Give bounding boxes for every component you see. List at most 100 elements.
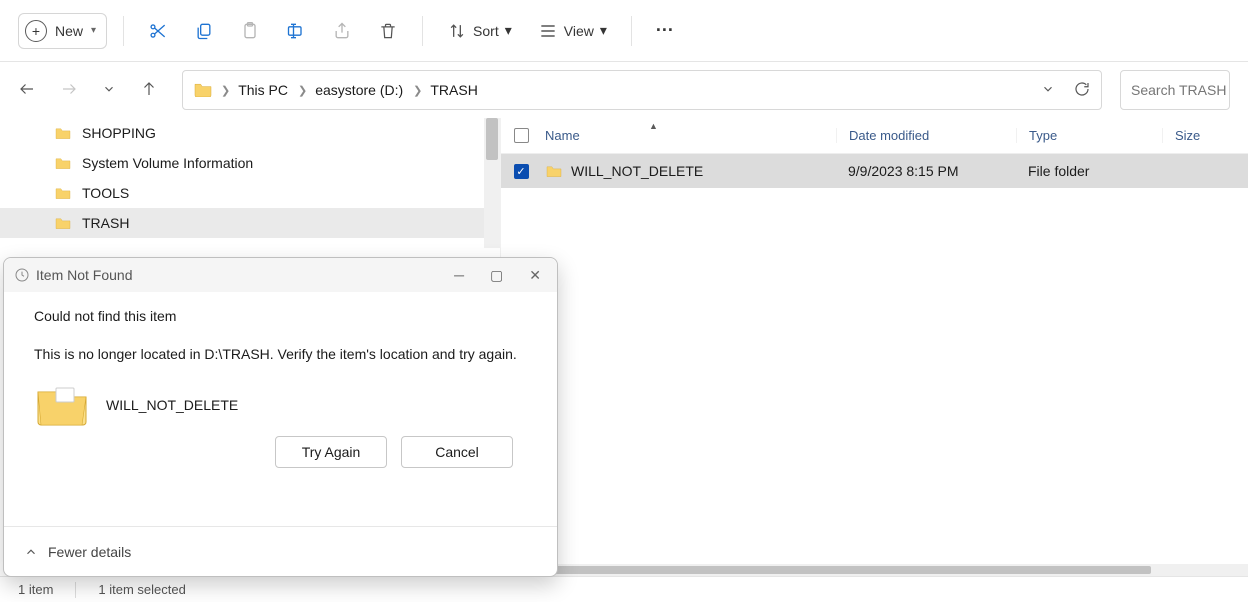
view-button[interactable]: View ▾ [530, 13, 615, 49]
row-name: WILL_NOT_DELETE [571, 163, 703, 179]
chevron-down-icon: ▾ [600, 22, 607, 39]
status-selected: 1 item selected [98, 582, 185, 597]
select-all-checkbox[interactable] [514, 128, 529, 143]
folder-icon [193, 81, 213, 100]
arrow-left-icon [18, 80, 36, 98]
chevron-right-icon: ❯ [221, 84, 230, 97]
folder-icon [545, 164, 563, 178]
new-button[interactable]: + New ▾ [18, 13, 107, 49]
sort-asc-icon: ▲ [649, 121, 658, 131]
forward-button [60, 80, 78, 101]
ellipsis-icon: ··· [656, 20, 674, 41]
rename-button[interactable] [278, 13, 314, 49]
column-type[interactable]: Type [1016, 128, 1162, 143]
column-name[interactable]: Name ▲ [541, 128, 836, 143]
dialog-heading: Could not find this item [34, 308, 535, 324]
copy-button[interactable] [186, 13, 222, 49]
share-button [324, 13, 360, 49]
chevron-down-icon: ▾ [505, 22, 512, 39]
sort-label: Sort [473, 23, 499, 39]
cancel-button[interactable]: Cancel [401, 436, 513, 468]
address-dropdown[interactable] [1041, 82, 1055, 99]
share-icon [332, 21, 352, 41]
address-bar[interactable]: ❯ This PC❯ easystore (D:)❯ TRASH [182, 70, 1102, 110]
toolbar: + New ▾ Sort ▾ View ▾ ··· [0, 0, 1248, 62]
folder-open-icon [34, 382, 90, 428]
dialog-item-name: WILL_NOT_DELETE [106, 397, 238, 413]
table-row[interactable]: ✓ WILL_NOT_DELETE 9/9/2023 8:15 PM File … [501, 154, 1248, 188]
dialog-titlebar[interactable]: Item Not Found ─ ▢ ✕ [4, 258, 557, 292]
column-date[interactable]: Date modified [836, 128, 1016, 143]
trash-icon [378, 21, 398, 41]
dialog-title: Item Not Found [36, 267, 133, 283]
navigation-row: ❯ This PC❯ easystore (D:)❯ TRASH Search … [0, 62, 1248, 118]
chevron-down-icon [102, 82, 116, 96]
rename-icon [286, 21, 306, 41]
fewer-details-toggle[interactable]: Fewer details [24, 544, 131, 560]
row-checkbox[interactable]: ✓ [514, 164, 529, 179]
arrow-right-icon [60, 80, 78, 98]
column-headers: Name ▲ Date modified Type Size [501, 118, 1248, 154]
content-hscrollbar[interactable] [501, 564, 1248, 576]
maximize-button[interactable]: ▢ [490, 267, 503, 284]
chevron-down-icon [1041, 82, 1055, 96]
sidebar-item-label: System Volume Information [82, 155, 253, 171]
content-pane: Name ▲ Date modified Type Size ✓ WILL_NO… [500, 118, 1248, 576]
plus-icon: + [25, 20, 47, 42]
nav-icons [18, 80, 164, 101]
separator [123, 16, 124, 46]
sidebar-item-label: TOOLS [82, 185, 129, 201]
row-type: File folder [1016, 163, 1162, 179]
search-placeholder: Search TRASH [1131, 82, 1226, 98]
delete-button[interactable] [370, 13, 406, 49]
clipboard-icon [240, 21, 260, 41]
sidebar-item-svi[interactable]: System Volume Information [0, 148, 500, 178]
search-input[interactable]: Search TRASH [1120, 70, 1230, 110]
dialog-message: This is no longer located in D:\TRASH. V… [34, 344, 535, 366]
separator [422, 16, 423, 46]
close-button[interactable]: ✕ [529, 267, 541, 284]
crumb-this-pc[interactable]: This PC❯ [238, 82, 307, 98]
chevron-down-icon: ▾ [91, 25, 96, 36]
try-again-button[interactable]: Try Again [275, 436, 387, 468]
sidebar-item-trash[interactable]: TRASH [0, 208, 500, 238]
folder-icon [54, 216, 72, 230]
sort-button[interactable]: Sort ▾ [439, 13, 520, 49]
back-button[interactable] [18, 80, 36, 101]
paste-button [232, 13, 268, 49]
recent-button[interactable] [102, 82, 116, 99]
folder-icon [54, 186, 72, 200]
crumb-drive[interactable]: easystore (D:)❯ [315, 82, 422, 98]
refresh-button[interactable] [1073, 80, 1091, 101]
sidebar-item-tools[interactable]: TOOLS [0, 178, 500, 208]
folder-icon [54, 156, 72, 170]
status-count: 1 item [18, 582, 53, 597]
list-icon [538, 21, 558, 41]
folder-icon [54, 126, 72, 140]
clock-icon [14, 267, 30, 283]
error-dialog: Item Not Found ─ ▢ ✕ Could not find this… [3, 257, 558, 577]
chevron-up-icon [24, 545, 38, 559]
copy-icon [194, 21, 214, 41]
view-label: View [564, 23, 594, 39]
column-size[interactable]: Size [1162, 128, 1248, 143]
sidebar-item-label: SHOPPING [82, 125, 156, 141]
refresh-icon [1073, 80, 1091, 98]
sort-icon [447, 21, 467, 41]
sidebar-scrollbar[interactable] [484, 118, 500, 248]
dialog-item: WILL_NOT_DELETE [34, 382, 535, 428]
minimize-button[interactable]: ─ [454, 267, 464, 284]
dialog-footer: Fewer details [4, 526, 557, 576]
separator [75, 582, 76, 598]
scissors-icon [148, 21, 168, 41]
sidebar-item-shopping[interactable]: SHOPPING [0, 118, 500, 148]
more-button[interactable]: ··· [648, 13, 682, 49]
crumb-folder[interactable]: TRASH [430, 82, 477, 98]
row-date: 9/9/2023 8:15 PM [836, 163, 1016, 179]
cut-button[interactable] [140, 13, 176, 49]
arrow-up-icon [140, 80, 158, 98]
new-label: New [55, 23, 83, 39]
sidebar-item-label: TRASH [82, 215, 129, 231]
status-bar: 1 item 1 item selected [0, 576, 1248, 602]
up-button[interactable] [140, 80, 158, 101]
